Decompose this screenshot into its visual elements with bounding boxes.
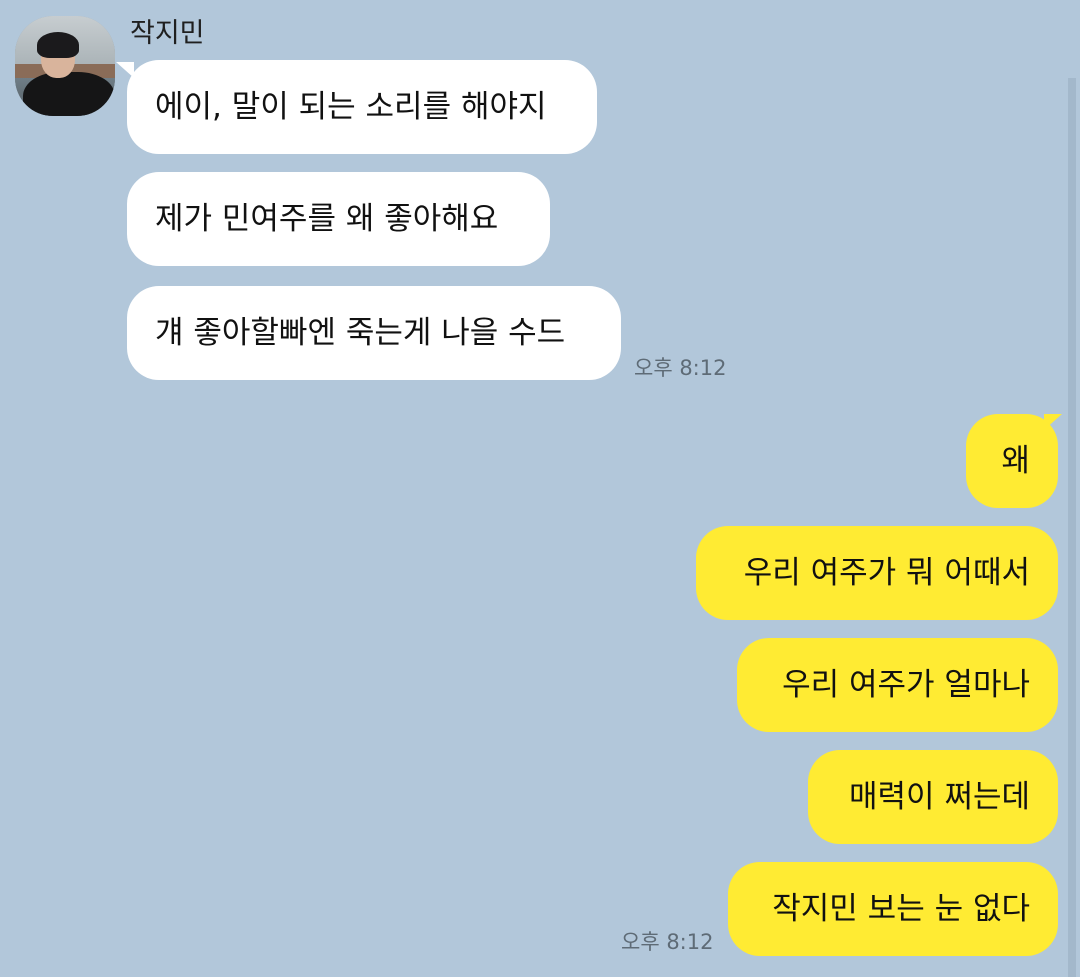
scrollbar[interactable] (1068, 78, 1076, 977)
received-message[interactable]: 걔 좋아할빠엔 죽는게 나을 수드 (127, 286, 621, 380)
sent-message[interactable]: 우리 여주가 뭐 어때서 (696, 526, 1058, 620)
received-message[interactable]: 에이, 말이 되는 소리를 해야지 (127, 60, 597, 154)
sent-timestamp: 오후 8:12 (621, 930, 714, 954)
received-message[interactable]: 제가 민여주를 왜 좋아해요 (127, 172, 550, 266)
received-timestamp: 오후 8:12 (634, 356, 727, 380)
sent-message[interactable]: 작지민 보는 눈 없다 (728, 862, 1058, 956)
sent-message[interactable]: 왜 (966, 414, 1058, 508)
sent-message[interactable]: 우리 여주가 얼마나 (737, 638, 1058, 732)
sent-message[interactable]: 매력이 쩌는데 (808, 750, 1058, 844)
sender-name: 작지민 (130, 18, 205, 49)
avatar[interactable] (15, 16, 115, 116)
